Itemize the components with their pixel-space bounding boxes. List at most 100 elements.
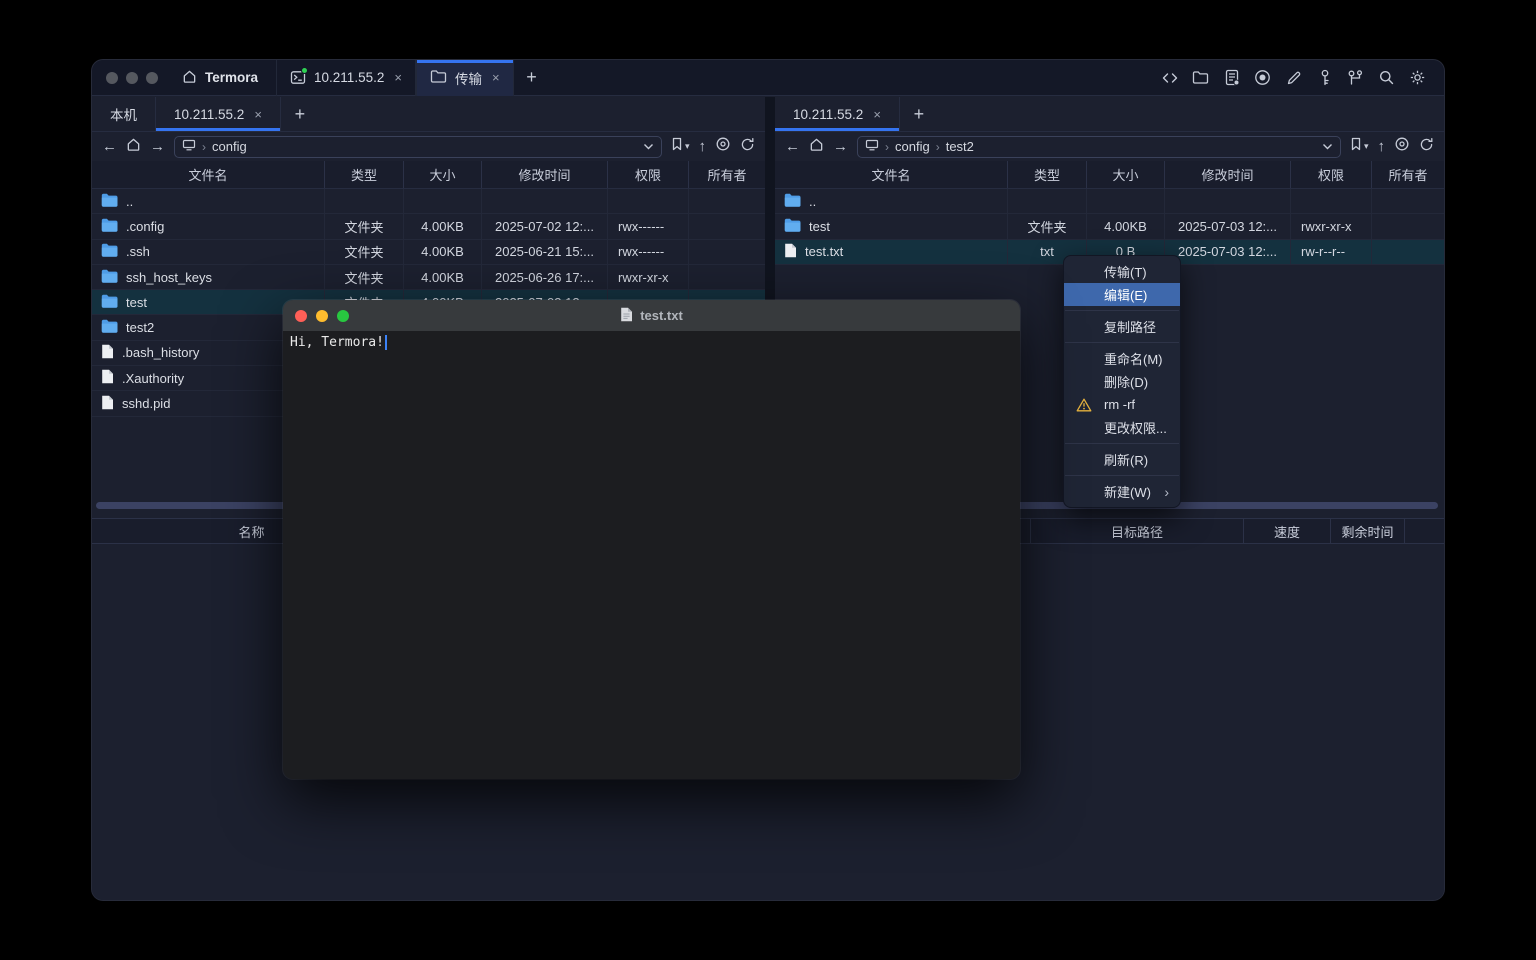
file-icon [101, 395, 114, 413]
close-icon[interactable]: × [873, 107, 881, 122]
chevron-down-icon[interactable] [643, 143, 654, 150]
column-header[interactable]: 速度 [1243, 519, 1330, 543]
menu-item-transfer[interactable]: 传输(T) [1064, 260, 1180, 283]
zoom-window-button[interactable] [146, 72, 158, 84]
menu-item-change-permissions[interactable]: 更改权限... [1064, 416, 1180, 439]
settings-icon[interactable] [1408, 68, 1427, 87]
tab-remote-host[interactable]: 10.211.55.2 × [775, 97, 900, 131]
folder-icon[interactable] [1191, 68, 1210, 87]
computer-icon [865, 139, 879, 154]
home-icon[interactable] [809, 137, 824, 157]
tab-transfer[interactable]: 传输 × [416, 60, 514, 96]
file-row[interactable]: ssh_host_keys 文件夹4.00KB2025-06-26 17:...… [92, 265, 765, 290]
app-home-tab[interactable]: Termora [182, 69, 258, 87]
breadcrumb-segment[interactable]: config [895, 139, 930, 154]
file-row[interactable]: test 文件夹4.00KB2025-07-03 12:...rwxr-xr-x [775, 214, 1444, 239]
left-panel-toolbar: ← → › config ▾ ↑ [92, 132, 765, 161]
close-icon[interactable]: × [254, 107, 262, 122]
column-header[interactable]: 权限 [1291, 161, 1372, 188]
title-bar: Termora 10.211.55.2 × 传输 × [92, 60, 1444, 96]
log-icon[interactable] [1222, 68, 1241, 87]
upload-arrow-icon[interactable]: ↑ [699, 139, 707, 154]
forward-arrow-icon[interactable]: → [833, 139, 848, 154]
column-header[interactable]: 文件名 [775, 161, 1008, 188]
menu-item-delete[interactable]: 删除(D) [1064, 370, 1180, 393]
back-arrow-icon[interactable]: ← [785, 139, 800, 154]
right-file-table: .. test 文件夹4.00KB2025-07-03 12:...rwxr-x… [775, 189, 1444, 265]
column-header[interactable]: 所有者 [689, 161, 765, 188]
connected-status-dot [301, 67, 308, 74]
edit-icon[interactable] [1284, 68, 1303, 87]
window-tabs: 10.211.55.2 × 传输 × + [276, 60, 550, 96]
new-panel-tab-button[interactable]: + [281, 97, 319, 131]
app-title: Termora [205, 70, 258, 85]
file-row[interactable]: .. [92, 189, 765, 214]
refresh-icon[interactable] [1419, 137, 1434, 157]
close-window-button[interactable] [106, 72, 118, 84]
editor-window-controls [295, 310, 349, 322]
close-window-button[interactable] [295, 310, 307, 322]
column-header[interactable]: 目标路径 [1030, 519, 1243, 543]
folder-icon [101, 193, 118, 210]
menu-item-rename[interactable]: 重命名(M) [1064, 347, 1180, 370]
minimize-window-button[interactable] [126, 72, 138, 84]
forward-arrow-icon[interactable]: → [150, 139, 165, 154]
bookmark-button[interactable]: ▾ [671, 137, 690, 156]
column-header[interactable]: 大小 [1087, 161, 1165, 188]
column-header[interactable]: 剩余时间 [1330, 519, 1405, 543]
hidden-files-icon[interactable] [715, 136, 731, 157]
chevron-down-icon[interactable] [1322, 143, 1333, 150]
column-header[interactable]: 类型 [1008, 161, 1087, 188]
hidden-files-icon[interactable] [1394, 136, 1410, 157]
column-header[interactable]: 权限 [608, 161, 689, 188]
record-icon[interactable] [1253, 68, 1272, 87]
key-icon[interactable] [1315, 68, 1334, 87]
tab-terminal-session[interactable]: 10.211.55.2 × [276, 60, 416, 96]
file-icon [101, 369, 114, 387]
editor-title-bar[interactable]: test.txt [283, 300, 1020, 331]
search-icon[interactable] [1377, 68, 1396, 87]
left-panel-tabs: 本机 10.211.55.2 × + [92, 97, 765, 132]
bookmark-button[interactable]: ▾ [1350, 137, 1369, 156]
keychain-icon[interactable] [1346, 68, 1365, 87]
editor-window: test.txt Hi, Termora! [283, 300, 1020, 779]
home-icon[interactable] [126, 137, 141, 157]
file-row[interactable]: .. [775, 189, 1444, 214]
menu-item-edit[interactable]: 编辑(E) [1064, 283, 1180, 306]
column-header[interactable]: 修改时间 [482, 161, 608, 188]
folder-icon [430, 69, 447, 87]
refresh-icon[interactable] [740, 137, 755, 157]
menu-item-new[interactable]: 新建(W) › [1064, 480, 1180, 503]
menu-item-copy-path[interactable]: 复制路径 [1064, 315, 1180, 338]
menu-item-refresh[interactable]: 刷新(R) [1064, 448, 1180, 471]
breadcrumb-segment[interactable]: test2 [946, 139, 974, 154]
file-row[interactable]: .ssh 文件夹4.00KB2025-06-21 15:...rwx------ [92, 240, 765, 265]
tab-local[interactable]: 本机 [92, 97, 156, 131]
back-arrow-icon[interactable]: ← [102, 139, 117, 154]
file-icon [101, 344, 114, 362]
close-icon[interactable]: × [394, 70, 402, 85]
folder-icon [101, 243, 118, 260]
file-row[interactable]: .config 文件夹4.00KB2025-07-02 12:...rwx---… [92, 214, 765, 239]
breadcrumb-segment[interactable]: config [212, 139, 247, 154]
close-icon[interactable]: × [492, 70, 500, 85]
warning-icon [1076, 398, 1092, 412]
column-header[interactable]: 修改时间 [1165, 161, 1291, 188]
menu-item-rm-rf[interactable]: rm -rf [1064, 393, 1180, 416]
column-header[interactable]: 大小 [404, 161, 482, 188]
new-panel-tab-button[interactable]: + [900, 97, 938, 131]
column-header[interactable]: 类型 [325, 161, 404, 188]
home-icon [182, 69, 197, 87]
path-input[interactable]: › config › test2 [857, 136, 1341, 158]
code-icon[interactable] [1160, 68, 1179, 87]
minimize-window-button[interactable] [316, 310, 328, 322]
column-header[interactable]: 所有者 [1372, 161, 1444, 188]
new-tab-button[interactable]: + [514, 60, 550, 96]
column-header[interactable]: 文件名 [92, 161, 325, 188]
tab-remote-host[interactable]: 10.211.55.2 × [156, 97, 281, 131]
path-input[interactable]: › config [174, 136, 662, 158]
zoom-window-button[interactable] [337, 310, 349, 322]
upload-arrow-icon[interactable]: ↑ [1378, 139, 1386, 154]
folder-icon [101, 319, 118, 336]
editor-content[interactable]: Hi, Termora! [283, 331, 1020, 779]
